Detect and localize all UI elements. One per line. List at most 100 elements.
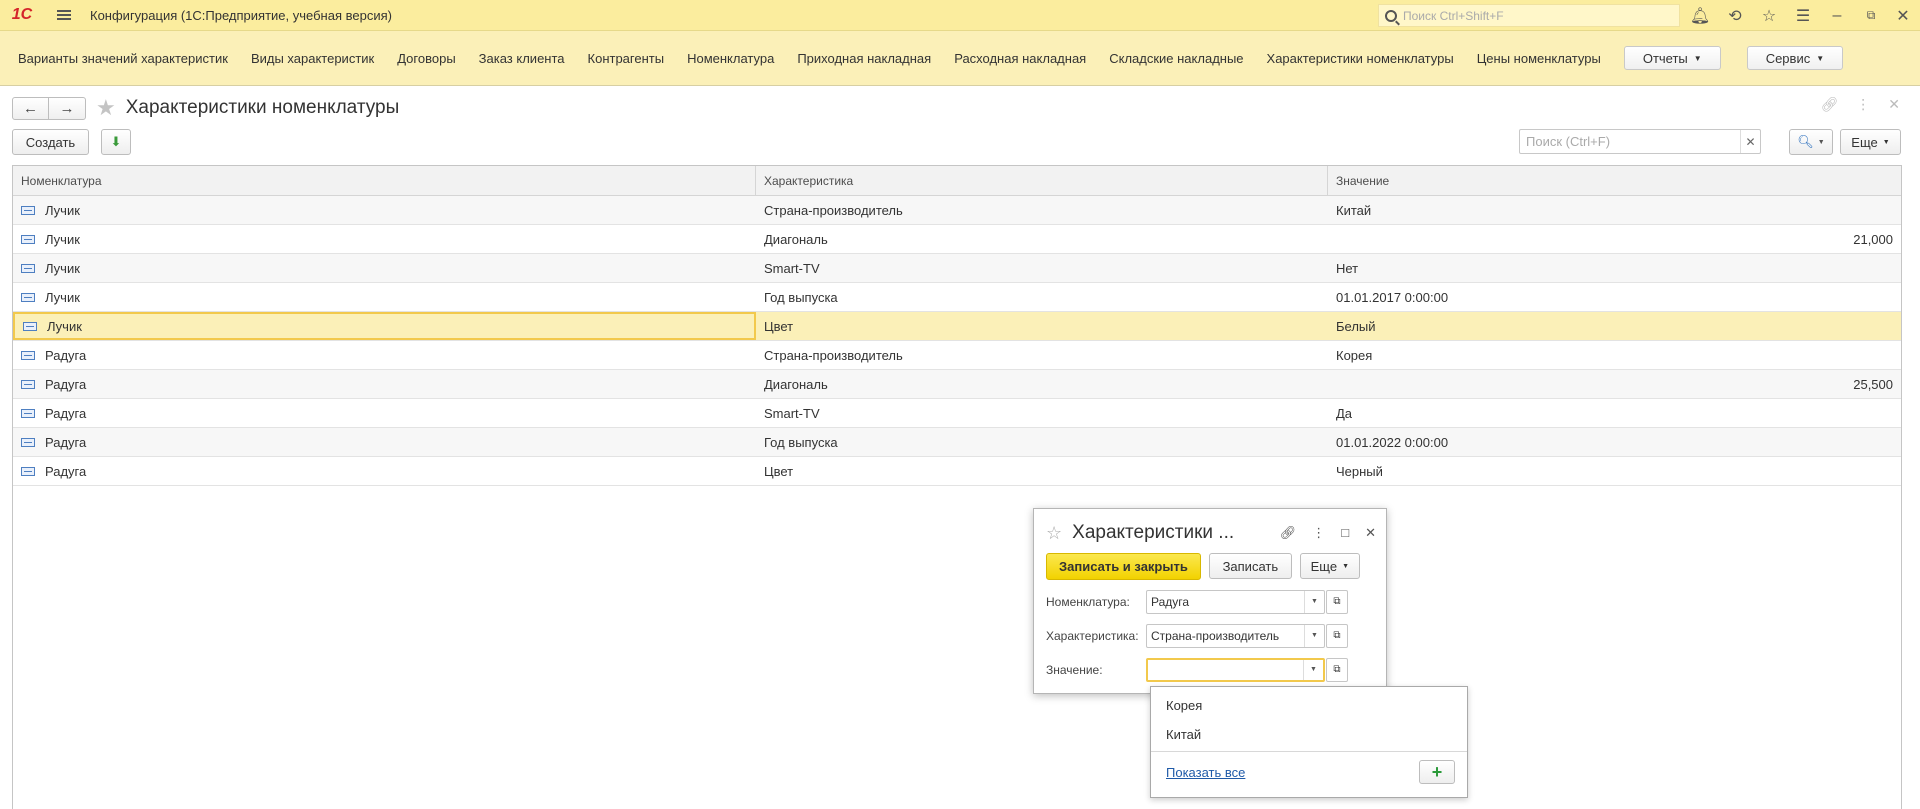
cell-nomenclature[interactable]: Радуга [13,399,756,427]
page-title: Характеристики номенклатуры [125,97,400,118]
cell-characteristic[interactable]: Год выпуска [756,428,1328,456]
table-row[interactable]: Лучик Диагональ 21,000 [13,225,1901,254]
favorite-star-icon[interactable]: ★ [96,95,116,121]
cell-characteristic[interactable]: Страна-производитель [756,341,1328,369]
cell-value[interactable]: 25,500 [1328,370,1901,398]
value-field[interactable]: ▼ [1146,657,1325,682]
more-vertical-icon[interactable]: ⋮ [1856,96,1870,113]
nomenclature-field[interactable]: Радуга ▼ [1146,589,1325,614]
cell-characteristic[interactable]: Цвет [756,312,1328,340]
history-icon[interactable]: ⟲ [1718,0,1752,31]
minimize-icon[interactable]: – [1820,0,1854,31]
cell-value[interactable]: Да [1328,399,1901,427]
cell-nomenclature[interactable]: Радуга [13,370,756,398]
cell-characteristic[interactable]: Цвет [756,457,1328,485]
cell-nomenclature[interactable]: Лучик [13,254,756,282]
dropdown-arrow-icon[interactable]: ▼ [1304,624,1324,647]
column-header-characteristic[interactable]: Характеристика [756,166,1328,195]
cell-nomenclature[interactable]: Лучик [13,196,756,224]
cell-value[interactable]: 01.01.2017 0:00:00 [1328,283,1901,311]
section-client-order[interactable]: Заказ клиента [479,51,565,66]
back-arrow-icon[interactable]: ← [13,97,49,119]
column-header-value[interactable]: Значение [1328,166,1901,195]
favorite-star-icon[interactable]: ☆ [1046,523,1062,544]
open-icon[interactable]: ⧉ [1326,589,1348,614]
table-row[interactable]: Радуга Цвет Черный [13,457,1901,486]
table-row[interactable]: Радуга Smart-TV Да [13,399,1901,428]
1c-logo-icon[interactable]: 1С [0,0,44,31]
section-incoming-invoice[interactable]: Приходная накладная [797,51,931,66]
cell-nomenclature[interactable]: Радуга [13,341,756,369]
clear-icon[interactable]: ✕ [1740,130,1760,153]
forward-arrow-icon[interactable]: → [49,98,85,119]
service-button[interactable]: Сервис ▼ [1746,46,1844,70]
section-contracts[interactable]: Договоры [397,51,455,66]
section-nomenclature-characteristics[interactable]: Характеристики номенклатуры [1267,51,1454,66]
cell-characteristic[interactable]: Smart-TV [756,254,1328,282]
save-and-close-button[interactable]: Записать и закрыть [1046,553,1201,580]
cell-characteristic[interactable]: Год выпуска [756,283,1328,311]
copy-button[interactable]: ⬇ [101,129,131,155]
dialog-more-button[interactable]: Еще ▼ [1299,553,1360,579]
section-counterparties[interactable]: Контрагенты [588,51,665,66]
cell-value[interactable]: Черный [1328,457,1901,485]
close-icon[interactable]: ✕ [1365,525,1376,541]
close-icon[interactable]: ✕ [1886,0,1920,31]
characteristic-field[interactable]: Страна-производитель ▼ [1146,623,1325,648]
table-row[interactable]: Радуга Диагональ 25,500 [13,370,1901,399]
cell-nomenclature[interactable]: Лучик [13,225,756,253]
table-row[interactable]: Радуга Страна-производитель Корея [13,341,1901,370]
section-characteristic-types[interactable]: Виды характеристик [251,51,374,66]
dropdown-option[interactable]: Китай [1151,720,1467,749]
favorites-star-icon[interactable]: ☆ [1752,0,1786,31]
cell-value[interactable]: Китай [1328,196,1901,224]
dropdown-arrow-icon[interactable]: ▼ [1304,590,1324,613]
table-row[interactable]: Лучик Год выпуска 01.01.2017 0:00:00 [13,283,1901,312]
cell-value[interactable]: 21,000 [1328,225,1901,253]
section-nomenclature[interactable]: Номенклатура [687,51,774,66]
cell-characteristic[interactable]: Диагональ [756,370,1328,398]
search-options-button[interactable]: 🔍︎ ▼ [1789,129,1833,155]
reports-button[interactable]: Отчеты ▼ [1623,46,1721,70]
restore-icon[interactable]: ⧉ [1854,0,1888,31]
close-form-icon[interactable]: ✕ [1888,96,1900,113]
main-menu-icon[interactable] [52,0,76,31]
section-variants[interactable]: Варианты значений характеристик [18,51,228,66]
more-vertical-icon[interactable]: ⋮ [1312,525,1325,541]
cell-characteristic[interactable]: Страна-производитель [756,196,1328,224]
cell-value[interactable]: Нет [1328,254,1901,282]
table-row[interactable]: Лучик Страна-производитель Китай [13,196,1901,225]
global-search-input[interactable]: Поиск Ctrl+Shift+F [1378,4,1680,27]
section-outgoing-invoice[interactable]: Расходная накладная [954,51,1086,66]
open-icon[interactable]: ⧉ [1326,657,1348,682]
list-search-input[interactable]: Поиск (Ctrl+F) ✕ [1519,129,1761,154]
table-row[interactable]: Лучик Цвет Белый [13,312,1901,341]
create-button[interactable]: Создать [12,129,89,155]
cell-value[interactable]: Белый [1328,312,1901,340]
settings-menu-icon[interactable]: ☰ [1786,0,1820,31]
more-button[interactable]: Еще ▼ [1840,129,1901,155]
column-header-nomenclature[interactable]: Номенклатура [13,166,756,195]
table-row[interactable]: Радуга Год выпуска 01.01.2022 0:00:00 [13,428,1901,457]
open-icon[interactable]: ⧉ [1326,623,1348,648]
section-warehouse-invoices[interactable]: Складские накладные [1109,51,1243,66]
show-all-link[interactable]: Показать все [1166,765,1245,780]
link-icon[interactable]: 🔗︎ [1820,96,1838,113]
add-button[interactable]: + [1419,760,1455,784]
cell-nomenclature[interactable]: Лучик [13,283,756,311]
table-row[interactable]: Лучик Smart-TV Нет [13,254,1901,283]
cell-value[interactable]: Корея [1328,341,1901,369]
dropdown-option[interactable]: Корея [1151,691,1467,720]
save-button[interactable]: Записать [1208,553,1292,579]
section-nomenclature-prices[interactable]: Цены номенклатуры [1477,51,1601,66]
cell-value[interactable]: 01.01.2022 0:00:00 [1328,428,1901,456]
bell-icon[interactable]: 🔔︎ [1683,0,1717,31]
link-icon[interactable]: 🔗︎ [1280,525,1297,541]
dropdown-arrow-icon[interactable]: ▼ [1303,659,1323,680]
cell-nomenclature[interactable]: Лучик [13,312,756,340]
cell-characteristic[interactable]: Диагональ [756,225,1328,253]
cell-nomenclature[interactable]: Радуга [13,457,756,485]
maximize-icon[interactable]: □ [1341,525,1349,541]
cell-nomenclature[interactable]: Радуга [13,428,756,456]
cell-characteristic[interactable]: Smart-TV [756,399,1328,427]
